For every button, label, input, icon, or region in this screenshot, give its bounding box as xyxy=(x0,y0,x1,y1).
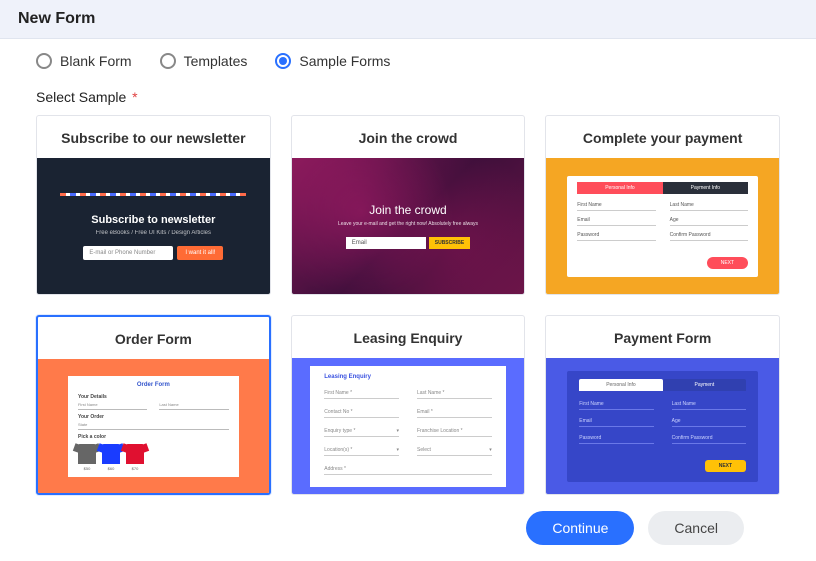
dialog-header: New Form xyxy=(0,0,816,39)
preview-field: Select xyxy=(417,447,492,456)
sample-grid: Subscribe to our newsletter Subscribe to… xyxy=(36,115,780,495)
sample-card-order-form[interactable]: Order Form Order Form Your Details First… xyxy=(36,315,271,495)
preview-field: Contact No * xyxy=(324,409,399,418)
preview-field: Address * xyxy=(324,466,491,475)
required-indicator: * xyxy=(132,89,137,105)
preview-subheading: Free eBooks / Free UI Kits / Design Arti… xyxy=(60,230,246,236)
preview-field: Location(s) * xyxy=(324,447,399,456)
select-sample-label: Select Sample * xyxy=(36,89,780,105)
preview-field: Email xyxy=(577,217,655,226)
preview-tab-personal: Personal Info xyxy=(577,182,662,194)
sample-card-newsletter[interactable]: Subscribe to our newsletter Subscribe to… xyxy=(36,115,271,295)
form-type-radio-group: Blank Form Templates Sample Forms xyxy=(36,53,780,69)
radio-templates[interactable]: Templates xyxy=(160,53,248,69)
radio-blank-form[interactable]: Blank Form xyxy=(36,53,132,69)
preview-section: Your Details xyxy=(78,394,229,400)
preview-prices: $50 $60 $70 xyxy=(78,466,229,471)
preview-field: First Name * xyxy=(324,390,399,399)
preview-field: Confirm Password xyxy=(670,232,748,241)
dialog-title: New Form xyxy=(18,10,798,28)
preview-subheading: Leave your e-mail and get the right now!… xyxy=(315,221,501,227)
shirt-icon xyxy=(126,444,144,464)
preview-field: Last Name xyxy=(670,202,748,211)
radio-label: Blank Form xyxy=(60,53,132,69)
dialog-content: Blank Form Templates Sample Forms Select… xyxy=(0,39,816,561)
card-preview: Subscribe to newsletter Free eBooks / Fr… xyxy=(37,158,270,294)
decorative-stripe xyxy=(60,193,246,196)
preview-tab-payment: Payment Info xyxy=(663,182,748,194)
preview-heading: Join the crowd xyxy=(315,203,501,217)
sample-card-crowd[interactable]: Join the crowd Join the crowd Leave your… xyxy=(291,115,526,295)
radio-sample-forms[interactable]: Sample Forms xyxy=(275,53,390,69)
preview-next-button: NEXT xyxy=(707,257,748,269)
preview-field: Age xyxy=(670,217,748,226)
preview-field: State xyxy=(78,422,229,430)
preview-button: SUBSCRIBE xyxy=(429,237,470,249)
preview-shirts xyxy=(78,444,229,464)
preview-field: Password xyxy=(577,232,655,241)
shirt-icon xyxy=(102,444,120,464)
preview-field: Franchise Location * xyxy=(417,428,492,437)
card-title: Subscribe to our newsletter xyxy=(37,116,270,158)
preview-field: Last Name xyxy=(672,401,746,410)
preview-button: I want it all! xyxy=(177,246,223,260)
radio-icon xyxy=(36,53,52,69)
cancel-button[interactable]: Cancel xyxy=(648,511,744,545)
preview-field: Last Name xyxy=(159,402,228,410)
preview-heading: Subscribe to newsletter xyxy=(60,214,246,226)
radio-icon xyxy=(160,53,176,69)
card-preview: Order Form Your Details First Name Last … xyxy=(38,359,269,493)
sample-card-payment-form[interactable]: Payment Form Personal Info Payment First… xyxy=(545,315,780,495)
card-title: Complete your payment xyxy=(546,116,779,158)
radio-label: Templates xyxy=(184,53,248,69)
sample-card-complete-payment[interactable]: Complete your payment Personal Info Paym… xyxy=(545,115,780,295)
preview-tab-payment: Payment xyxy=(663,379,746,391)
card-preview: Leasing Enquiry First Name * Last Name *… xyxy=(292,358,525,494)
radio-icon-selected xyxy=(275,53,291,69)
radio-label: Sample Forms xyxy=(299,53,390,69)
dialog-footer: Continue Cancel xyxy=(36,495,780,545)
preview-next-button: NEXT xyxy=(705,460,746,472)
card-title: Order Form xyxy=(38,317,269,359)
preview-field: Confirm Password xyxy=(672,435,746,444)
preview-input: E-mail or Phone Number xyxy=(83,246,173,260)
sample-card-leasing[interactable]: Leasing Enquiry Leasing Enquiry First Na… xyxy=(291,315,526,495)
preview-field: Email xyxy=(579,418,653,427)
preview-section: Pick a color xyxy=(78,434,229,440)
preview-section: Your Order xyxy=(78,414,229,420)
preview-field: First Name xyxy=(78,402,147,410)
preview-heading: Order Form xyxy=(78,382,229,388)
card-title: Leasing Enquiry xyxy=(292,316,525,358)
card-title: Payment Form xyxy=(546,316,779,358)
preview-field: Email * xyxy=(417,409,492,418)
card-preview: Join the crowd Leave your e-mail and get… xyxy=(292,158,525,294)
continue-button[interactable]: Continue xyxy=(526,511,634,545)
card-preview: Personal Info Payment Info First Name La… xyxy=(546,158,779,294)
card-title: Join the crowd xyxy=(292,116,525,158)
preview-field: First Name xyxy=(579,401,653,410)
preview-tab-personal: Personal Info xyxy=(579,379,662,391)
preview-heading: Leasing Enquiry xyxy=(324,374,491,380)
shirt-icon xyxy=(78,444,96,464)
preview-field: Enquiry type * xyxy=(324,428,399,437)
preview-field: Password xyxy=(579,435,653,444)
preview-field: Last Name * xyxy=(417,390,492,399)
card-preview: Personal Info Payment First Name Last Na… xyxy=(546,358,779,494)
preview-field: Age xyxy=(672,418,746,427)
preview-input: Email xyxy=(346,237,426,249)
preview-field: First Name xyxy=(577,202,655,211)
